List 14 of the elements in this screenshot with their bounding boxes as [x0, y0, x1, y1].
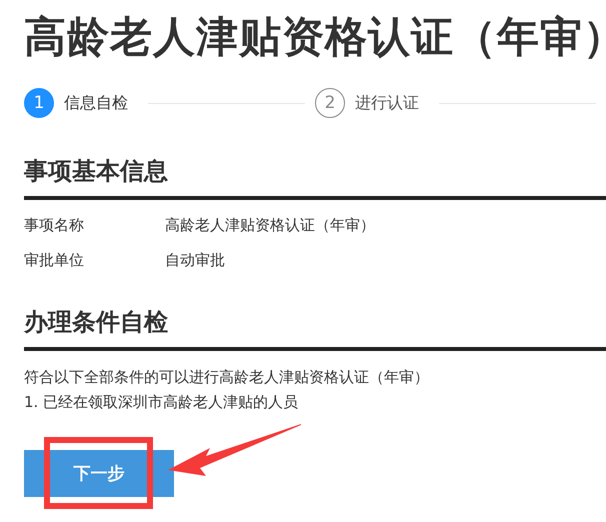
page-title: 高龄老人津贴资格认证（年审）	[24, 11, 606, 63]
condition-text: 1. 已经在领取深圳市高龄老人津贴的人员	[24, 392, 300, 413]
next-button[interactable]: 下一步	[24, 450, 174, 497]
section-heading: 办理条件自检	[24, 305, 606, 351]
field-label: 审批单位	[24, 250, 85, 271]
step-label: 进行认证	[355, 92, 419, 114]
step-number[interactable]: 2	[315, 88, 345, 118]
section-heading: 事项基本信息	[24, 154, 606, 200]
field-value: 自动审批	[165, 250, 225, 271]
intro-text: 符合以下全部条件的可以进行高龄老人津贴资格认证（年审）	[24, 367, 430, 388]
step-number[interactable]: 1	[24, 88, 54, 118]
field-value: 高龄老人津贴资格认证（年审）	[165, 215, 375, 236]
step-label: 信息自检	[64, 92, 128, 114]
field-label: 事项名称	[24, 215, 85, 236]
